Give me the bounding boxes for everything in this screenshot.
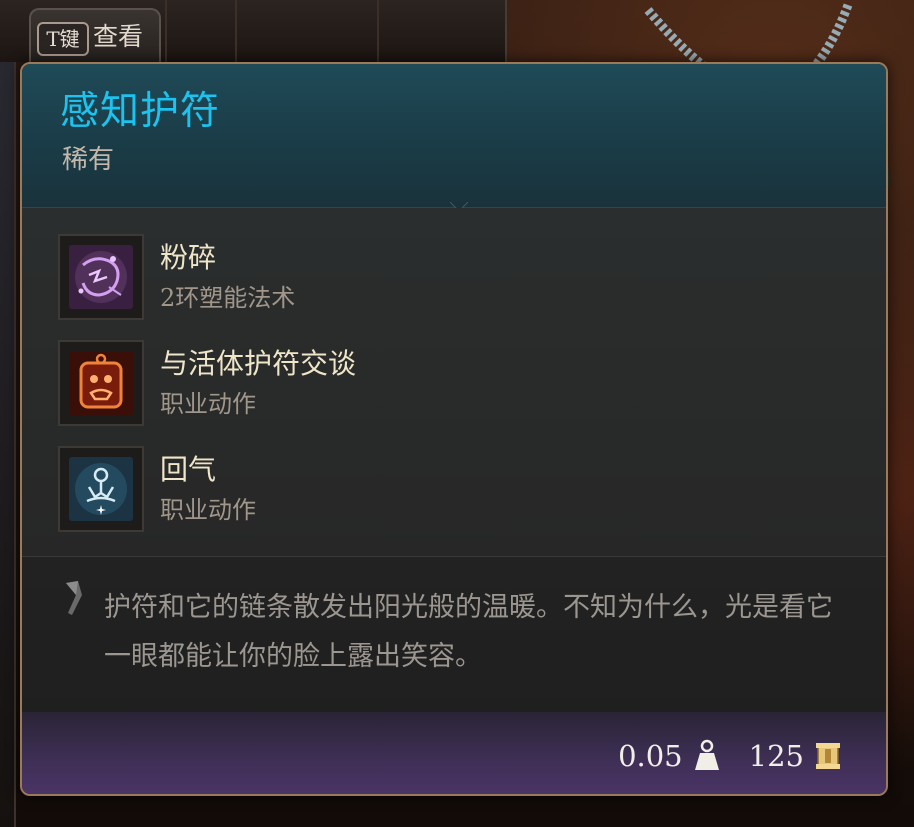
item-tooltip: 感知护符 稀有 粉碎 2环塑能法术 与活体护符交谈 职业动作 回气 职业动作 护… [20,62,888,796]
ability-name: 与活体护符交谈 [160,347,357,380]
ability-type: 职业动作 [160,390,256,418]
meditate-icon [69,457,133,521]
ability-name: 回气 [160,453,217,486]
item-name: 感知护符 [60,89,221,134]
gold-coin-icon [816,743,840,769]
flavor-text-section: 护符和它的链条散发出阳光般的温暖。不知为什么，光是看它一眼都能让你的脸上露出笑容… [22,556,886,717]
ability-icon-frame [58,446,144,532]
ability-icon-frame [58,234,144,320]
weight-value: 0.05 [618,739,683,773]
shatter-spell-icon [69,245,133,309]
ability-type: 2环塑能法术 [160,284,296,312]
gold-value: 125 [748,739,804,773]
ability-row[interactable]: 与活体护符交谈 职业动作 [58,340,778,426]
ability-row[interactable]: 回气 职业动作 [58,446,778,532]
left-panel-edge [0,0,16,827]
weight-icon [694,739,719,770]
ability-icon-frame [58,340,144,426]
item-rarity: 稀有 [62,145,115,175]
hotkey-keycap: T键 [37,22,89,56]
quill-icon [66,581,82,615]
ability-type: 职业动作 [160,496,256,524]
ability-name: 粉碎 [160,241,217,274]
examine-hotkey-hint[interactable]: T键 查看 [29,8,161,62]
ability-row[interactable]: 粉碎 2环塑能法术 [58,234,778,320]
tooltip-footer: 0.05 125 [22,712,886,794]
abilities-section: 粉碎 2环塑能法术 与活体护符交谈 职业动作 回气 职业动作 [22,208,886,556]
talk-to-amulet-icon [69,351,133,415]
hotkey-label: 查看 [93,22,144,51]
tooltip-header: 感知护符 稀有 [22,64,886,208]
flavor-text: 护符和它的链条散发出阳光般的温暖。不知为什么，光是看它一眼都能让你的脸上露出笑容… [104,592,833,672]
